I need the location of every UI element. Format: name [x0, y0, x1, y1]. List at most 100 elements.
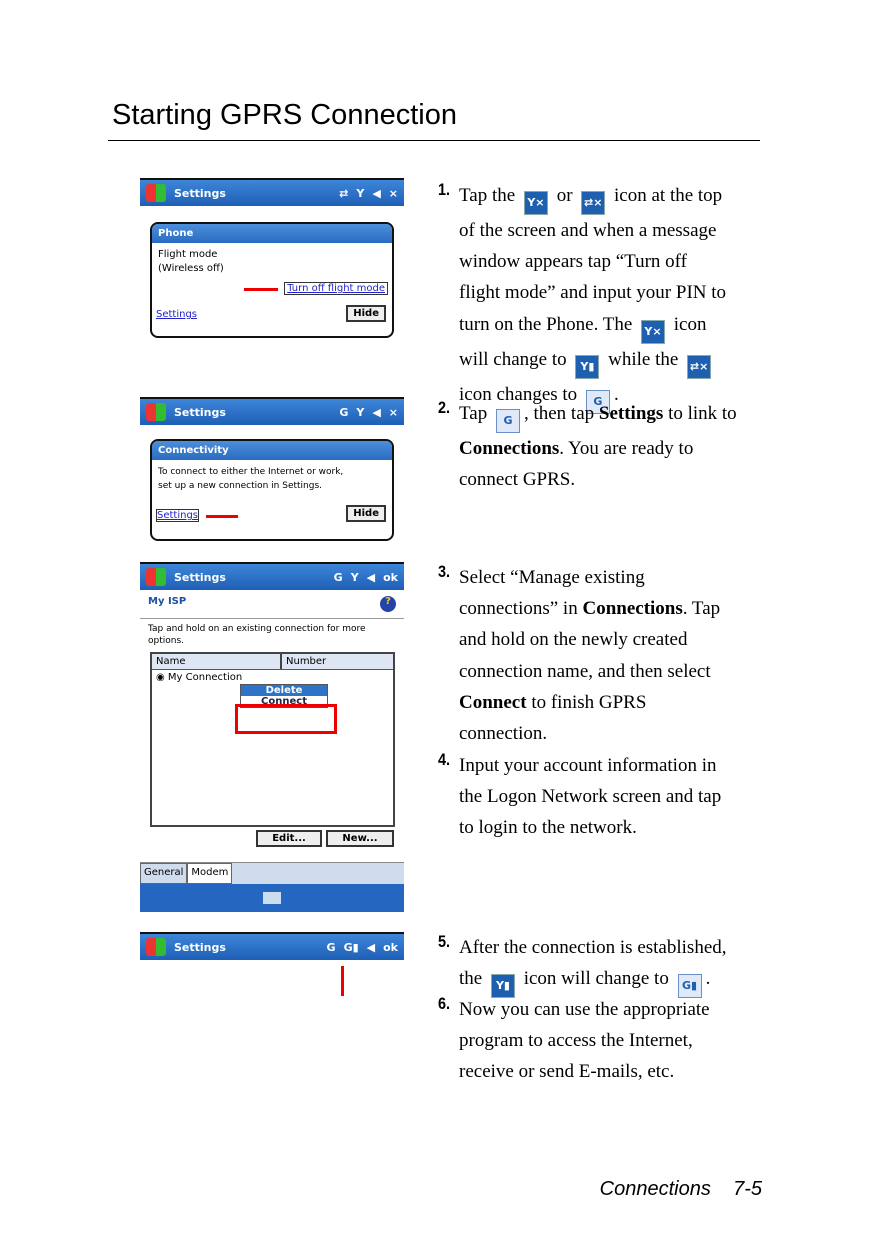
ok-button[interactable]: ok: [383, 571, 398, 584]
step-line: connect GPRS.: [459, 464, 768, 495]
menu-delete[interactable]: Delete: [241, 685, 327, 696]
step-line: Tap the Y× or ⇄× icon at the top: [459, 180, 768, 215]
step-line: window appears tap “Turn off: [459, 246, 768, 277]
bottom-bar: [140, 884, 404, 912]
step-line: Connections. You are ready to: [459, 433, 768, 464]
start-icon: [146, 568, 166, 586]
start-icon: [146, 403, 166, 421]
text-segment: Connections: [582, 598, 682, 619]
step-line: and hold on the newly created: [459, 624, 768, 655]
popup-line: set up a new connection in Settings.: [158, 481, 323, 491]
tab-modem[interactable]: Modem: [187, 863, 233, 884]
text-segment: connection name, and then select: [459, 660, 711, 682]
list-item[interactable]: ◉ My Connection: [152, 670, 393, 685]
text-segment: Select “Manage existing: [459, 567, 645, 588]
step-line: Select “Manage existing: [459, 562, 768, 593]
step-line: of the screen and when a message: [459, 215, 768, 246]
red-arrow-up: [341, 966, 344, 996]
text-segment: Input your account information in: [459, 755, 717, 776]
text-segment: , then tap: [523, 403, 599, 424]
hide-button[interactable]: Hide: [346, 305, 386, 322]
close-icon[interactable]: ×: [389, 187, 398, 200]
text-segment: to login to the network.: [459, 817, 637, 839]
gprs-icon: G: [326, 940, 336, 954]
settings-link[interactable]: Settings: [156, 509, 200, 522]
tab-general[interactable]: General: [140, 863, 188, 884]
bold-term: Connections: [582, 598, 683, 620]
text-segment: Tap: [459, 403, 492, 424]
text-segment: the: [459, 968, 487, 990]
text-segment: of the screen and when a message: [459, 220, 717, 241]
gprs-icon: G: [339, 405, 349, 419]
step-line: to login to the network.: [459, 812, 768, 843]
popup-header: Phone: [152, 224, 392, 243]
text-segment: . You are ready to: [559, 438, 694, 459]
text-segment: window appears tap “Turn off: [459, 251, 687, 273]
screenshot-my-isp: Settings G Y ◀ ok My ISP? Tap and hold on an…: [140, 562, 404, 912]
col-name[interactable]: Name: [152, 654, 282, 669]
text-segment: Settings: [599, 403, 663, 424]
gprs-icon: G: [495, 409, 520, 433]
text-segment: and hold on the newly created: [459, 629, 688, 651]
connection-list: Name Number ◉ My Connection: [150, 652, 395, 827]
phone-popup: Phone Flight mode (Wireless off) Turn off…: [150, 222, 394, 338]
step-number: 2.: [438, 398, 451, 417]
keyboard-icon[interactable]: [263, 892, 281, 904]
popup-line: Flight mode: [158, 249, 218, 260]
step-line: connection name, and then select: [459, 656, 768, 687]
text-segment: icon will change to: [518, 968, 674, 990]
text-segment: Connect: [459, 692, 527, 713]
footer-section: Connections: [599, 1178, 711, 1200]
step-number: 3.: [438, 562, 451, 581]
hide-button[interactable]: Hide: [346, 505, 386, 522]
step-number: 5.: [438, 932, 451, 951]
settings-link[interactable]: Settings: [156, 309, 197, 320]
ok-button[interactable]: ok: [383, 941, 398, 954]
text-segment: icon at the top: [609, 185, 723, 206]
step-4: 4. Input your account information in the L…: [438, 750, 768, 844]
title-rule: [108, 140, 760, 141]
bold-term: Settings: [598, 403, 664, 424]
screenshot-connectivity-popup: Settings G Y ◀ × Connectivity To connect to …: [140, 397, 404, 543]
phone-off-icon: Y×: [523, 191, 548, 215]
app-title: Settings: [174, 405, 226, 419]
text-segment: Tap the: [459, 185, 520, 206]
step-1: 1. Tap the Y× or ⇄× icon at the top of the…: [438, 180, 768, 414]
text-segment: to link to: [663, 403, 737, 424]
new-button[interactable]: New...: [326, 830, 394, 847]
help-icon[interactable]: ?: [380, 596, 396, 612]
text-segment: will change to: [459, 348, 572, 370]
text-segment: . Tap: [682, 598, 721, 620]
connectivity-off-icon: ⇄: [339, 186, 349, 200]
signal-icon: Y: [356, 405, 365, 419]
text-segment: connection.: [459, 723, 548, 745]
page-number: 7-5: [733, 1178, 762, 1200]
phone-off-icon: Y×: [641, 319, 666, 344]
step-5: 5. After the connection is established, th…: [438, 932, 768, 999]
connectivity-off-icon: ⇄×: [687, 354, 712, 379]
text-segment: connect GPRS.: [459, 469, 576, 491]
connectivity-popup: Connectivity To connect to either the In…: [150, 439, 394, 541]
text-segment: Connections: [459, 438, 559, 459]
col-number[interactable]: Number: [282, 654, 330, 669]
text-segment: program to access the Internet,: [459, 1030, 693, 1052]
step-3: 3. Select “Manage existing connections” in…: [438, 562, 768, 749]
step-2: 2. Tap G, then tap Settings to link to Con…: [438, 398, 768, 495]
text-segment: flight mode” and input your PIN to: [459, 282, 727, 304]
turn-off-flight-mode-link[interactable]: Turn off flight mode: [284, 282, 388, 295]
text-segment: turn on the Phone. The: [459, 313, 638, 335]
step-line: the Logon Network screen and tap: [459, 781, 768, 812]
edit-button[interactable]: Edit...: [256, 830, 322, 847]
step-line: turn on the Phone. The Y× icon: [459, 309, 768, 344]
app-title: Settings: [174, 186, 226, 200]
close-icon[interactable]: ×: [389, 406, 398, 419]
screenshot-gprs-connected: Settings G G▮ ◀ ok: [140, 932, 404, 996]
text-segment: icon: [669, 313, 707, 335]
highlight-box: [235, 704, 337, 734]
step-number: 4.: [438, 750, 451, 769]
popup-header: Connectivity: [152, 441, 392, 460]
page-title: Starting GPRS Connection: [112, 99, 457, 131]
connectivity-off-icon: ⇄×: [581, 191, 606, 215]
start-icon: [146, 938, 166, 956]
text-segment: to finish GPRS: [526, 691, 647, 713]
